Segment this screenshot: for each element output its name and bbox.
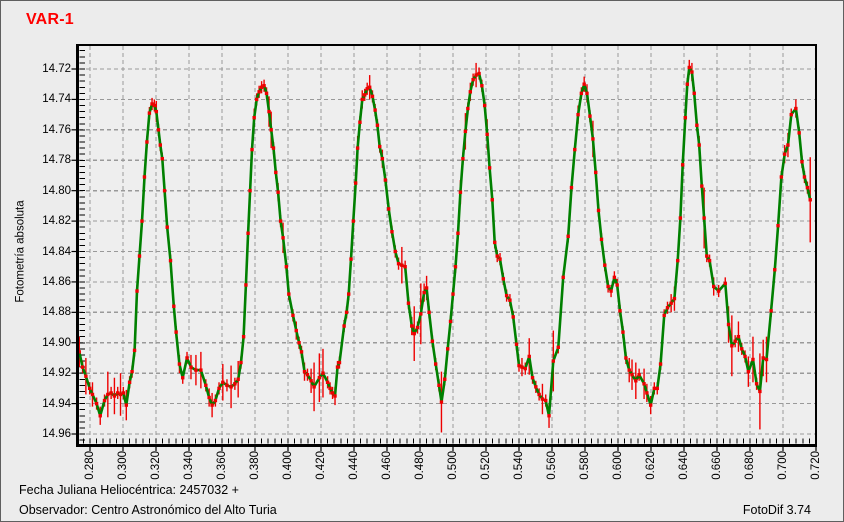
x-tick-label: 0.480 [413, 451, 427, 485]
x-tick-label: 0.420 [314, 451, 328, 485]
y-tick-label: 14.76 [27, 123, 71, 137]
y-tick-label: 14.80 [27, 184, 71, 198]
fotodif-window: VAR-1 Fotometría absoluta 14.7214.7414.7… [0, 0, 844, 522]
x-tick-label: 0.600 [611, 451, 625, 485]
x-tick-label: 0.540 [512, 451, 526, 485]
x-tick-label: 0.640 [677, 451, 691, 485]
x-tick-label: 0.400 [281, 451, 295, 485]
x-tick-label: 0.280 [83, 451, 97, 485]
x-tick-label: 0.320 [149, 451, 163, 485]
plot-area [76, 44, 817, 447]
footer-app-version: FotoDif 3.74 [743, 503, 811, 517]
x-tick-label: 0.500 [446, 451, 460, 485]
y-tick-label: 14.94 [27, 397, 71, 411]
y-tick-label: 14.72 [27, 62, 71, 76]
y-tick-label: 14.78 [27, 153, 71, 167]
footer-observer: Observador: Centro Astronómico del Alto … [19, 503, 277, 517]
x-tick-label: 0.440 [347, 451, 361, 485]
y-tick-label: 14.82 [27, 214, 71, 228]
y-tick-label: 14.86 [27, 275, 71, 289]
y-tick-label: 14.92 [27, 366, 71, 380]
y-tick-label: 14.96 [27, 427, 71, 441]
x-tick-label: 0.660 [710, 451, 724, 485]
x-tick-label: 0.380 [248, 451, 262, 485]
y-tick-label: 14.88 [27, 305, 71, 319]
x-tick-label: 0.580 [578, 451, 592, 485]
x-tick-label: 0.300 [116, 451, 130, 485]
x-tick-label: 0.520 [479, 451, 493, 485]
page-title: VAR-1 [26, 11, 74, 29]
x-tick-label: 0.620 [644, 451, 658, 485]
chart-canvas [76, 44, 817, 447]
y-tick-label: 14.90 [27, 336, 71, 350]
footer-julian-date: Fecha Juliana Heliocéntrica: 2457032 + [19, 483, 239, 497]
x-tick-label: 0.460 [380, 451, 394, 485]
x-tick-label: 0.340 [182, 451, 196, 485]
x-tick-label: 0.720 [809, 451, 823, 485]
x-tick-label: 0.560 [545, 451, 559, 485]
x-tick-label: 0.700 [776, 451, 790, 485]
y-tick-label: 14.84 [27, 245, 71, 259]
x-tick-label: 0.680 [743, 451, 757, 485]
y-tick-label: 14.74 [27, 92, 71, 106]
x-tick-label: 0.360 [215, 451, 229, 485]
